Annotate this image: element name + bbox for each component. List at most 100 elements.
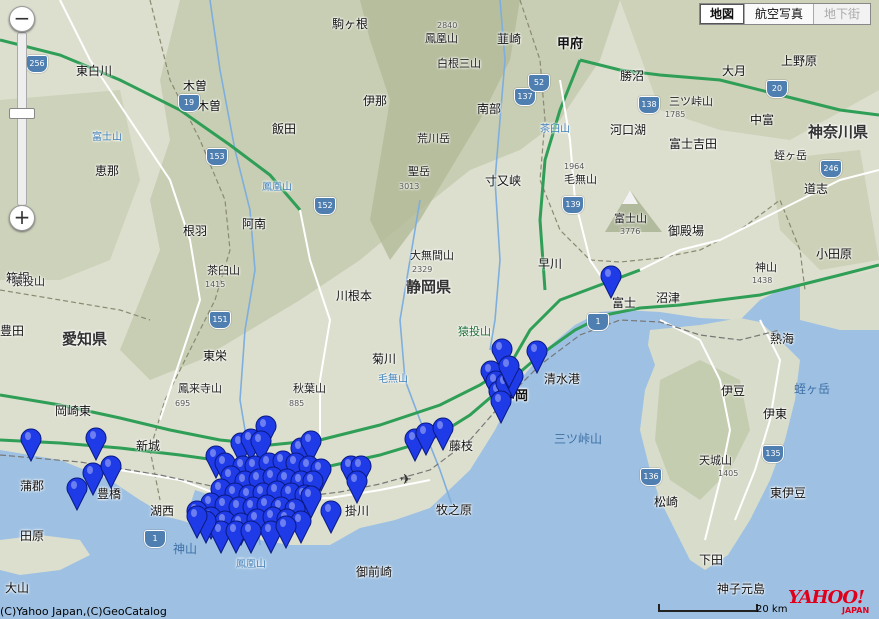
city-label: 飯田 [272, 122, 297, 136]
map-marker-pin[interactable] [498, 355, 520, 389]
elevation-label: 1964 [564, 162, 585, 171]
sea-label: 三ツ峠山 [554, 432, 603, 446]
mountain-label: 富士山 [614, 212, 647, 225]
map-marker-pin[interactable] [20, 428, 42, 462]
river-label: 富士山 [92, 132, 122, 143]
elevation-label: 1785 [665, 110, 686, 119]
svg-text:✈: ✈ [400, 472, 412, 488]
route-shield: 135 [762, 445, 784, 463]
map-marker-pin[interactable] [346, 470, 368, 504]
city-label: 寸又峡 [485, 174, 522, 188]
city-label: 東伊豆 [770, 486, 807, 500]
city-label: 清水港 [544, 372, 581, 386]
city-label: 新城 [136, 439, 161, 453]
mountain-label: 聖岳 [408, 165, 430, 178]
scale-bar [658, 604, 758, 612]
river-label: 鳳凰山 [236, 559, 266, 570]
pref-label: 静岡県 [406, 278, 452, 296]
city-label: 御前崎 [356, 565, 393, 579]
city-label: 中富 [750, 113, 775, 127]
map-marker-pin[interactable] [490, 390, 512, 424]
mountain-label: 猿投山 [12, 275, 45, 288]
route-shield: 138 [638, 96, 660, 114]
map-canvas[interactable]: ✈ [0, 0, 879, 619]
route-shield: 19 [178, 94, 200, 112]
pref-label: 愛知県 [62, 330, 108, 348]
tab-aerial[interactable]: 航空写真 [743, 4, 813, 24]
copyright-notice: (C)Yahoo Japan,(C)GeoCatalog [0, 605, 167, 618]
route-shield: 153 [206, 148, 228, 166]
map-marker-pin[interactable] [320, 500, 342, 534]
mountain-label: 秋葉山 [293, 382, 326, 395]
elevation-label: 1415 [205, 280, 226, 289]
route-shield: 151 [209, 311, 231, 329]
yahoo-logo-sub: JAPAN [842, 606, 870, 615]
river-label: 毛無山 [378, 374, 408, 385]
city-label: 上野原 [781, 54, 818, 68]
city-label: 韮崎 [497, 32, 522, 46]
tab-underground: 地下街 [812, 4, 870, 24]
sea-label: 神山 [173, 542, 198, 556]
mountain-label: 荒川岳 [417, 132, 450, 145]
city-label: 岡崎東 [55, 404, 92, 418]
mountain-label: 毛無山 [564, 173, 597, 186]
city-label: 大月 [722, 64, 747, 78]
route-shield: 152 [314, 197, 336, 215]
map-type-switcher[interactable]: 地図 航空写真 地下街 [698, 3, 871, 25]
city-label: 甲府 [557, 37, 584, 52]
city-label: 伊豆 [721, 384, 746, 398]
city-label: 伊那 [363, 94, 388, 108]
mountain-label: 茶臼山 [207, 264, 240, 277]
city-label: 伊東 [763, 407, 788, 421]
zoom-in-button[interactable]: + [9, 205, 35, 231]
city-label: 豊田 [0, 324, 25, 338]
elevation-label: 885 [289, 399, 305, 408]
river-label: 鳳凰山 [262, 182, 292, 193]
map-marker-pin[interactable] [275, 515, 297, 549]
city-label: 蒲郡 [20, 479, 45, 493]
elevation-label: 1405 [718, 469, 739, 478]
mountain-label: 天城山 [699, 454, 732, 467]
city-label: 勝沼 [620, 69, 645, 83]
pref-label: 神奈川県 [808, 123, 869, 141]
route-shield: 246 [820, 160, 842, 178]
map-marker-pin[interactable] [432, 417, 454, 451]
zoom-out-button[interactable]: − [9, 6, 35, 32]
elevation-label: 3013 [399, 182, 420, 191]
city-label: 根羽 [183, 224, 208, 238]
city-label: 田原 [20, 529, 45, 543]
junction-label: 猿投山 [458, 325, 491, 338]
mountain-label: 鳳来寺山 [178, 382, 222, 395]
map-marker-pin[interactable] [186, 505, 208, 539]
city-label: 御殿場 [668, 224, 705, 238]
map-marker-pin[interactable] [240, 520, 262, 554]
city-label: 早川 [538, 257, 563, 271]
city-label: 小田原 [816, 247, 853, 261]
city-label: 熱海 [770, 332, 795, 346]
city-label: 沼津 [656, 291, 681, 305]
city-label: 湖西 [150, 504, 175, 518]
tab-map[interactable]: 地図 [699, 4, 744, 24]
map-marker-pin[interactable] [300, 485, 322, 519]
yahoo-logo[interactable]: YAHOO! [788, 587, 865, 608]
mountain-label: 三ツ峠山 [669, 95, 713, 108]
mountain-label: 蛭ヶ岳 [774, 149, 807, 162]
city-label: 東栄 [203, 349, 228, 363]
zoom-slider-track[interactable] [17, 32, 27, 206]
map-marker-pin[interactable] [66, 477, 88, 511]
zoom-slider-handle[interactable] [9, 108, 35, 119]
route-shield: 1 [587, 313, 609, 331]
elevation-label: 1438 [752, 276, 773, 285]
route-shield: 139 [562, 196, 584, 214]
map-marker-pin[interactable] [600, 265, 622, 299]
elevation-label: 3776 [620, 227, 641, 236]
map-marker-pin[interactable] [526, 340, 548, 374]
city-label: 大山 [5, 581, 30, 595]
city-label: 道志 [804, 182, 829, 196]
sea-label: 蛭ヶ岳 [794, 382, 831, 396]
city-label: 富士吉田 [669, 137, 718, 151]
route-shield: 136 [640, 468, 662, 486]
city-label: 河口湖 [610, 123, 647, 137]
city-label: 南部 [477, 102, 502, 116]
map-marker-pin[interactable] [100, 455, 122, 489]
